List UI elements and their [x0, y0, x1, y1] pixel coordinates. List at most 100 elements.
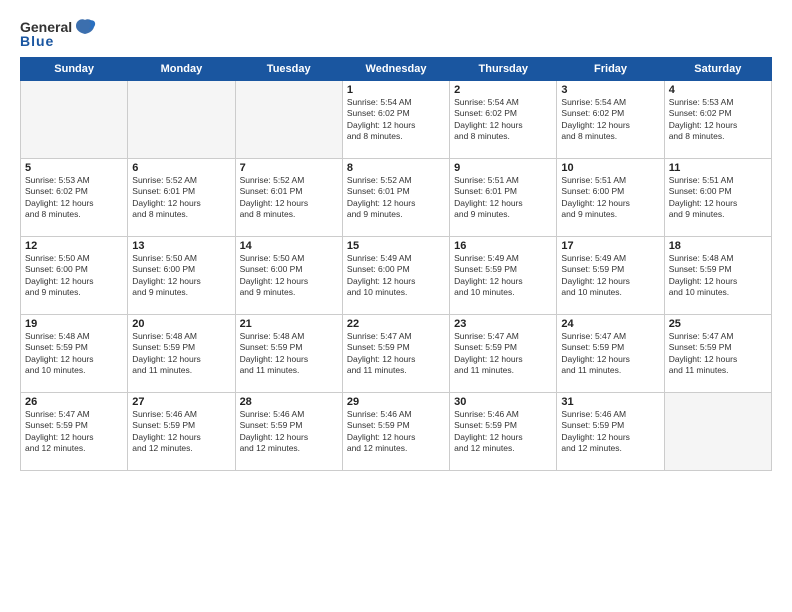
calendar-cell: 31Sunrise: 5:46 AM Sunset: 5:59 PM Dayli…	[557, 393, 664, 471]
calendar-cell: 15Sunrise: 5:49 AM Sunset: 6:00 PM Dayli…	[342, 237, 449, 315]
day-number: 19	[25, 318, 123, 330]
day-number: 31	[561, 396, 659, 408]
day-number: 15	[347, 240, 445, 252]
day-number: 30	[454, 396, 552, 408]
calendar-cell: 7Sunrise: 5:52 AM Sunset: 6:01 PM Daylig…	[235, 159, 342, 237]
calendar-cell: 29Sunrise: 5:46 AM Sunset: 5:59 PM Dayli…	[342, 393, 449, 471]
logo: General Blue	[20, 18, 96, 49]
day-content: Sunrise: 5:54 AM Sunset: 6:02 PM Dayligh…	[561, 97, 659, 143]
calendar-cell: 24Sunrise: 5:47 AM Sunset: 5:59 PM Dayli…	[557, 315, 664, 393]
day-content: Sunrise: 5:49 AM Sunset: 6:00 PM Dayligh…	[347, 253, 445, 299]
calendar-week-3: 12Sunrise: 5:50 AM Sunset: 6:00 PM Dayli…	[21, 237, 772, 315]
calendar-cell: 17Sunrise: 5:49 AM Sunset: 5:59 PM Dayli…	[557, 237, 664, 315]
day-content: Sunrise: 5:46 AM Sunset: 5:59 PM Dayligh…	[561, 409, 659, 455]
day-number: 28	[240, 396, 338, 408]
weekday-header-wednesday: Wednesday	[342, 58, 449, 81]
calendar-cell: 10Sunrise: 5:51 AM Sunset: 6:00 PM Dayli…	[557, 159, 664, 237]
day-content: Sunrise: 5:53 AM Sunset: 6:02 PM Dayligh…	[25, 175, 123, 221]
calendar-cell: 20Sunrise: 5:48 AM Sunset: 5:59 PM Dayli…	[128, 315, 235, 393]
weekday-header-row: SundayMondayTuesdayWednesdayThursdayFrid…	[21, 58, 772, 81]
day-content: Sunrise: 5:50 AM Sunset: 6:00 PM Dayligh…	[132, 253, 230, 299]
calendar-cell: 22Sunrise: 5:47 AM Sunset: 5:59 PM Dayli…	[342, 315, 449, 393]
calendar-cell	[128, 81, 235, 159]
day-number: 7	[240, 162, 338, 174]
weekday-header-sunday: Sunday	[21, 58, 128, 81]
calendar-cell: 2Sunrise: 5:54 AM Sunset: 6:02 PM Daylig…	[450, 81, 557, 159]
day-number: 11	[669, 162, 767, 174]
day-content: Sunrise: 5:48 AM Sunset: 5:59 PM Dayligh…	[25, 331, 123, 377]
calendar-cell: 8Sunrise: 5:52 AM Sunset: 6:01 PM Daylig…	[342, 159, 449, 237]
day-content: Sunrise: 5:51 AM Sunset: 6:00 PM Dayligh…	[669, 175, 767, 221]
day-number: 27	[132, 396, 230, 408]
calendar-cell: 28Sunrise: 5:46 AM Sunset: 5:59 PM Dayli…	[235, 393, 342, 471]
calendar-cell: 25Sunrise: 5:47 AM Sunset: 5:59 PM Dayli…	[664, 315, 771, 393]
day-content: Sunrise: 5:50 AM Sunset: 6:00 PM Dayligh…	[240, 253, 338, 299]
calendar-cell: 16Sunrise: 5:49 AM Sunset: 5:59 PM Dayli…	[450, 237, 557, 315]
calendar-cell: 12Sunrise: 5:50 AM Sunset: 6:00 PM Dayli…	[21, 237, 128, 315]
day-number: 17	[561, 240, 659, 252]
day-content: Sunrise: 5:53 AM Sunset: 6:02 PM Dayligh…	[669, 97, 767, 143]
calendar-cell: 3Sunrise: 5:54 AM Sunset: 6:02 PM Daylig…	[557, 81, 664, 159]
day-number: 9	[454, 162, 552, 174]
day-content: Sunrise: 5:49 AM Sunset: 5:59 PM Dayligh…	[454, 253, 552, 299]
weekday-header-friday: Friday	[557, 58, 664, 81]
day-content: Sunrise: 5:50 AM Sunset: 6:00 PM Dayligh…	[25, 253, 123, 299]
calendar-cell: 1Sunrise: 5:54 AM Sunset: 6:02 PM Daylig…	[342, 81, 449, 159]
logo-blue: Blue	[20, 33, 54, 49]
day-content: Sunrise: 5:48 AM Sunset: 5:59 PM Dayligh…	[132, 331, 230, 377]
calendar-cell	[21, 81, 128, 159]
day-content: Sunrise: 5:47 AM Sunset: 5:59 PM Dayligh…	[454, 331, 552, 377]
day-content: Sunrise: 5:51 AM Sunset: 6:00 PM Dayligh…	[561, 175, 659, 221]
calendar-cell: 14Sunrise: 5:50 AM Sunset: 6:00 PM Dayli…	[235, 237, 342, 315]
day-number: 25	[669, 318, 767, 330]
weekday-header-monday: Monday	[128, 58, 235, 81]
day-content: Sunrise: 5:52 AM Sunset: 6:01 PM Dayligh…	[347, 175, 445, 221]
day-number: 3	[561, 84, 659, 96]
day-number: 24	[561, 318, 659, 330]
day-number: 20	[132, 318, 230, 330]
day-content: Sunrise: 5:54 AM Sunset: 6:02 PM Dayligh…	[454, 97, 552, 143]
day-number: 8	[347, 162, 445, 174]
calendar-cell	[664, 393, 771, 471]
calendar-cell: 21Sunrise: 5:48 AM Sunset: 5:59 PM Dayli…	[235, 315, 342, 393]
page: General Blue SundayMondayTuesdayWednesda…	[0, 0, 792, 612]
day-content: Sunrise: 5:46 AM Sunset: 5:59 PM Dayligh…	[132, 409, 230, 455]
day-number: 13	[132, 240, 230, 252]
calendar-cell: 30Sunrise: 5:46 AM Sunset: 5:59 PM Dayli…	[450, 393, 557, 471]
calendar-week-1: 1Sunrise: 5:54 AM Sunset: 6:02 PM Daylig…	[21, 81, 772, 159]
calendar-week-5: 26Sunrise: 5:47 AM Sunset: 5:59 PM Dayli…	[21, 393, 772, 471]
day-number: 1	[347, 84, 445, 96]
day-content: Sunrise: 5:47 AM Sunset: 5:59 PM Dayligh…	[561, 331, 659, 377]
calendar-cell: 5Sunrise: 5:53 AM Sunset: 6:02 PM Daylig…	[21, 159, 128, 237]
day-number: 14	[240, 240, 338, 252]
day-number: 16	[454, 240, 552, 252]
calendar-cell: 4Sunrise: 5:53 AM Sunset: 6:02 PM Daylig…	[664, 81, 771, 159]
day-content: Sunrise: 5:49 AM Sunset: 5:59 PM Dayligh…	[561, 253, 659, 299]
day-number: 22	[347, 318, 445, 330]
calendar-cell: 19Sunrise: 5:48 AM Sunset: 5:59 PM Dayli…	[21, 315, 128, 393]
calendar-cell	[235, 81, 342, 159]
day-number: 23	[454, 318, 552, 330]
day-number: 6	[132, 162, 230, 174]
calendar-cell: 23Sunrise: 5:47 AM Sunset: 5:59 PM Dayli…	[450, 315, 557, 393]
logo-bird-icon	[74, 18, 96, 36]
calendar-table: SundayMondayTuesdayWednesdayThursdayFrid…	[20, 57, 772, 471]
day-content: Sunrise: 5:52 AM Sunset: 6:01 PM Dayligh…	[240, 175, 338, 221]
calendar-cell: 6Sunrise: 5:52 AM Sunset: 6:01 PM Daylig…	[128, 159, 235, 237]
day-number: 4	[669, 84, 767, 96]
day-content: Sunrise: 5:54 AM Sunset: 6:02 PM Dayligh…	[347, 97, 445, 143]
weekday-header-thursday: Thursday	[450, 58, 557, 81]
weekday-header-saturday: Saturday	[664, 58, 771, 81]
day-content: Sunrise: 5:47 AM Sunset: 5:59 PM Dayligh…	[669, 331, 767, 377]
calendar-cell: 27Sunrise: 5:46 AM Sunset: 5:59 PM Dayli…	[128, 393, 235, 471]
day-content: Sunrise: 5:51 AM Sunset: 6:01 PM Dayligh…	[454, 175, 552, 221]
day-number: 2	[454, 84, 552, 96]
day-content: Sunrise: 5:47 AM Sunset: 5:59 PM Dayligh…	[25, 409, 123, 455]
calendar-cell: 18Sunrise: 5:48 AM Sunset: 5:59 PM Dayli…	[664, 237, 771, 315]
day-content: Sunrise: 5:48 AM Sunset: 5:59 PM Dayligh…	[669, 253, 767, 299]
day-number: 5	[25, 162, 123, 174]
weekday-header-tuesday: Tuesday	[235, 58, 342, 81]
day-number: 12	[25, 240, 123, 252]
day-content: Sunrise: 5:46 AM Sunset: 5:59 PM Dayligh…	[454, 409, 552, 455]
header: General Blue	[20, 18, 772, 49]
